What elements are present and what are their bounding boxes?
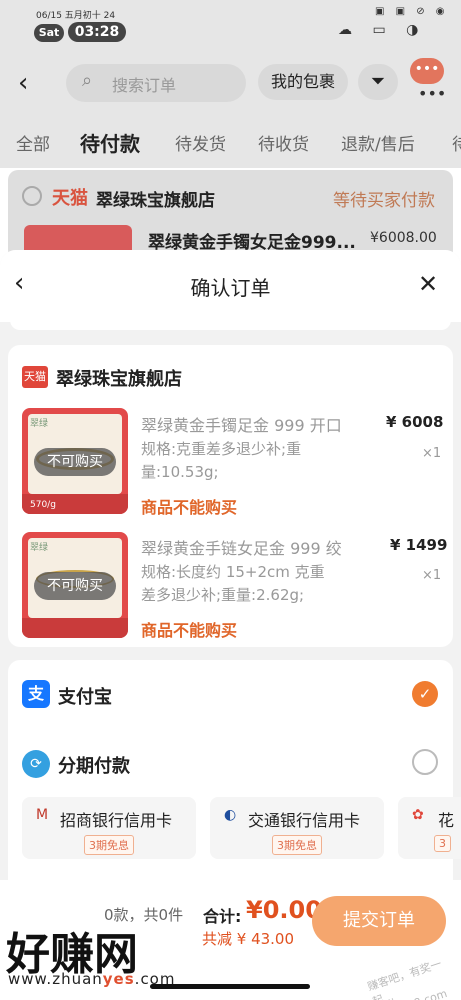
tmall-logo: 天猫: [52, 188, 88, 209]
order-status: 等待买家付款: [333, 191, 435, 211]
more-menu-button[interactable]: •••: [410, 58, 444, 84]
search-icon: ⌕: [82, 70, 93, 91]
order-shop-name[interactable]: 翠绿珠宝旗舰店: [96, 186, 215, 211]
product-spec-line2: 差多退少补;重量:2.62g;: [141, 586, 305, 604]
product-spec-line1: 规格:克重差多退少补;重: [141, 440, 302, 458]
product-price: ¥ 6008: [386, 413, 444, 431]
product-name[interactable]: 翠绿黄金手链女足金 999 绞: [141, 535, 342, 559]
tab-all[interactable]: 全部: [16, 130, 50, 155]
address-card-bottom: [10, 316, 451, 330]
product-qty: ×1: [422, 568, 442, 583]
product-warning: 商品不能购买: [141, 621, 238, 640]
bank-badge: 3期免息: [272, 835, 322, 855]
status-icons: ▣ ▣ ⊘ ◉: [375, 6, 449, 17]
more-dots-icon[interactable]: •••: [418, 84, 446, 103]
bank-option-cmb[interactable]: M 招商银行信用卡 3期免息: [22, 797, 196, 859]
submit-order-button[interactable]: 提交订单: [312, 896, 446, 946]
image-price-tag: 570/g: [30, 500, 56, 510]
product-image-bangle[interactable]: 不可购买 翠绿 570/g: [22, 408, 128, 514]
shop-name[interactable]: 翠绿珠宝旗舰店: [56, 365, 182, 391]
bank-badge: 3期免息: [84, 835, 134, 855]
order-select-radio[interactable]: [22, 186, 42, 206]
search-placeholder: 搜索订单: [112, 76, 177, 95]
alipay-selected-check-icon[interactable]: ✓: [412, 681, 438, 707]
order-product-price: ¥6008.00: [370, 230, 437, 246]
bank-option-huabei[interactable]: ✿ 花 3: [398, 797, 461, 859]
bank-option-bocom[interactable]: ◐ 交通银行信用卡 3期免息: [210, 797, 384, 859]
unavailable-overlay: 不可购买: [34, 572, 116, 600]
product-warning: 商品不能购买: [141, 498, 238, 517]
product-name[interactable]: 翠绿黄金手镯足金 999 开口: [141, 412, 342, 436]
product-price: ¥ 1499: [390, 536, 448, 554]
cmb-icon: M: [36, 807, 49, 823]
status-date: 06/15 五月初十 24: [36, 11, 116, 21]
bank-name: 花: [438, 811, 455, 830]
image-brand: 翠绿: [30, 543, 49, 553]
back-icon[interactable]: ‹: [18, 68, 28, 98]
installment-option[interactable]: 分期付款: [58, 752, 130, 778]
tab-more[interactable]: 待: [452, 130, 461, 155]
status-right-icons: ☁ ▭ ◑: [338, 22, 427, 38]
status-time: 03:28: [68, 22, 126, 42]
product-spec-line1: 规格:长度约 15+2cm 克重: [141, 563, 325, 581]
alipay-icon: 支: [22, 680, 50, 708]
bank-name: 招商银行信用卡: [60, 811, 173, 830]
my-bag-button[interactable]: 我的包裹: [258, 64, 348, 100]
discount-total: 共减 ¥ 43.00: [202, 930, 295, 948]
tab-refund[interactable]: 退款/售后: [341, 130, 415, 155]
status-day: Sat: [34, 24, 64, 42]
total-label: 合计:: [203, 907, 242, 926]
product-qty: ×1: [422, 446, 442, 461]
home-indicator[interactable]: [150, 984, 310, 989]
installment-radio[interactable]: [412, 749, 438, 775]
total-value: ¥0.00: [246, 896, 322, 924]
installment-icon: ⟳: [22, 750, 50, 778]
unavailable-overlay: 不可购买: [34, 448, 116, 476]
filter-icon[interactable]: ⏷: [358, 64, 398, 100]
close-icon[interactable]: ✕: [418, 270, 438, 298]
tab-to-ship[interactable]: 待发货: [175, 130, 226, 155]
bank-badge: 3: [434, 835, 451, 852]
huabei-icon: ✿: [412, 807, 424, 823]
bank-name: 交通银行信用卡: [248, 811, 361, 830]
product-spec-line2: 量:10.53g;: [141, 463, 219, 481]
sheet-title: 确认订单: [190, 276, 271, 300]
alipay-option[interactable]: 支付宝: [58, 683, 112, 709]
tab-pending-payment[interactable]: 待付款: [80, 128, 140, 157]
tmall-icon: 天猫: [22, 366, 48, 388]
tab-to-receive[interactable]: 待收货: [258, 130, 309, 155]
bocom-icon: ◐: [224, 807, 237, 823]
product-image-bracelet[interactable]: 不可购买 翠绿: [22, 532, 128, 638]
image-brand: 翠绿: [30, 419, 49, 429]
